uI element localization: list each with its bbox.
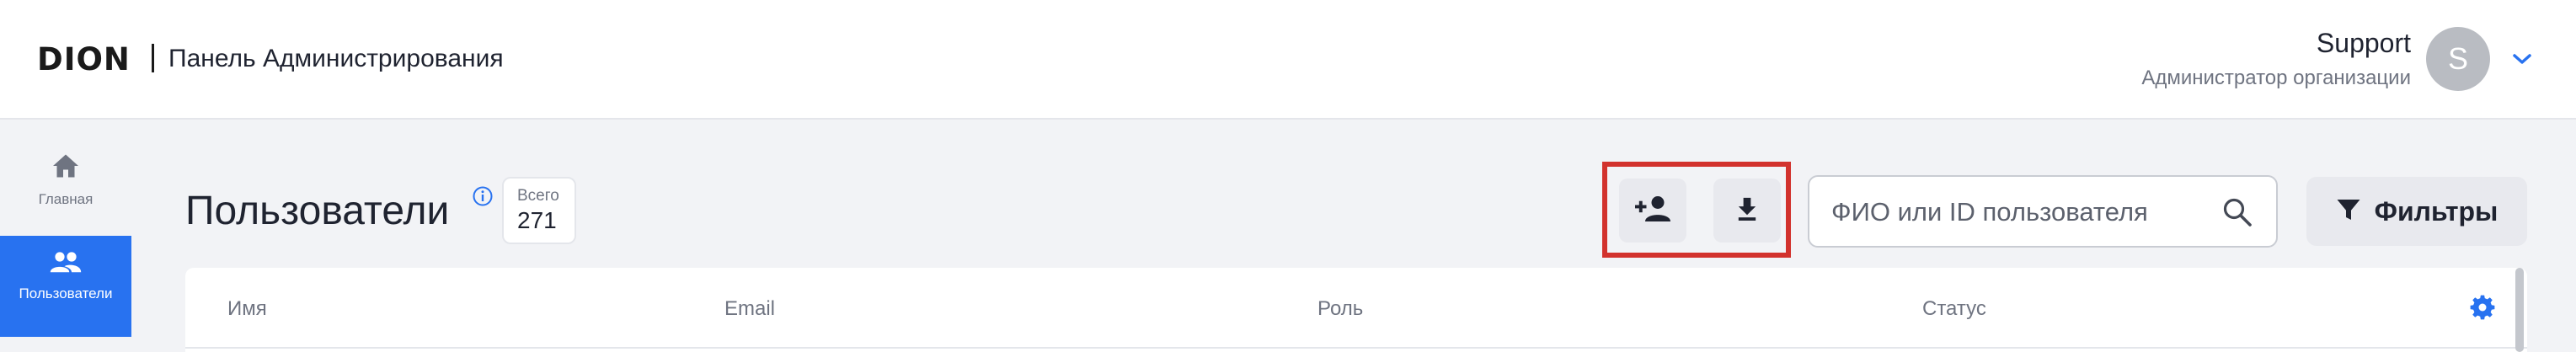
add-user-button[interactable] xyxy=(1619,179,1686,243)
filters-label: Фильтры xyxy=(2374,195,2499,227)
download-button[interactable] xyxy=(1713,179,1781,243)
filters-button[interactable]: Фильтры xyxy=(2306,177,2527,246)
column-header-email[interactable]: Email xyxy=(724,296,775,322)
gear-icon[interactable] xyxy=(2470,295,2495,320)
user-role: Администратор организации xyxy=(2141,67,2411,89)
sidebar-item-users[interactable]: Пользователи xyxy=(0,236,131,337)
sidebar-item-label: Пользователи xyxy=(19,285,113,301)
dion-logo[interactable]: DION xyxy=(37,40,131,77)
app-title: Панель Администрирования xyxy=(168,45,504,72)
info-icon[interactable] xyxy=(472,185,494,207)
chevron-down-icon[interactable] xyxy=(2510,47,2534,71)
search-input[interactable] xyxy=(1831,194,2202,231)
table-scrollbar[interactable] xyxy=(2515,268,2524,352)
sidebar-item-label: Главная xyxy=(38,191,94,207)
avatar-letter: S xyxy=(2447,41,2468,76)
filter-icon xyxy=(2336,197,2361,227)
column-header-name[interactable]: Имя xyxy=(227,296,267,322)
column-header-role[interactable]: Роль xyxy=(1317,296,1363,322)
users-icon xyxy=(49,251,83,279)
top-header: DION Панель Администрирования Support Ад… xyxy=(0,0,2576,120)
page-title: Пользователи xyxy=(185,189,450,233)
search-icon[interactable] xyxy=(2221,195,2254,229)
avatar[interactable]: S xyxy=(2426,27,2490,91)
logo-text: DION xyxy=(37,40,131,77)
total-label: Всего xyxy=(517,187,559,205)
home-icon xyxy=(51,152,81,184)
download-icon xyxy=(1734,195,1760,227)
search-field[interactable] xyxy=(1808,175,2278,248)
sidebar: Главная Пользователи xyxy=(0,121,131,352)
column-header-status[interactable]: Статус xyxy=(1922,296,1986,322)
table-header-divider xyxy=(185,347,2527,349)
users-table: Имя Email Роль Статус xyxy=(185,268,2527,352)
total-value: 271 xyxy=(517,207,557,233)
sidebar-item-home[interactable]: Главная xyxy=(0,152,131,222)
user-name[interactable]: Support xyxy=(2317,27,2411,59)
logo-divider xyxy=(152,44,154,72)
add-user-icon xyxy=(1633,194,1673,228)
total-count-badge: Всего 271 xyxy=(502,177,576,244)
